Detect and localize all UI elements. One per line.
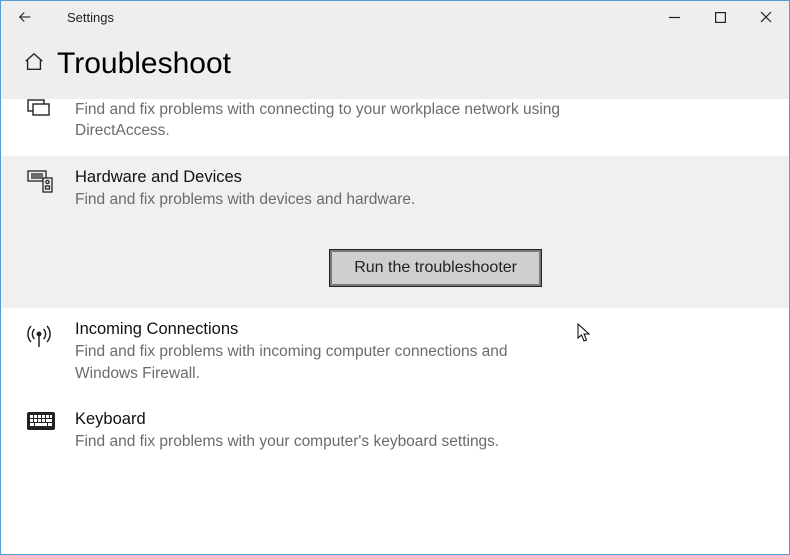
titlebar: Settings	[1, 1, 789, 33]
troubleshooter-list: Find and fix problems with connecting to…	[1, 99, 789, 466]
item-description: Find and fix problems with connecting to…	[75, 99, 561, 142]
keyboard-icon	[27, 410, 57, 452]
run-troubleshooter-button[interactable]: Run the troubleshooter	[330, 250, 541, 286]
maximize-button[interactable]	[697, 1, 743, 33]
window-title: Settings	[67, 10, 114, 25]
window-controls	[651, 1, 789, 33]
page-header: Troubleshoot	[1, 33, 789, 99]
item-title: Hardware and Devices	[75, 168, 561, 187]
antenna-icon	[27, 320, 57, 384]
item-description: Find and fix problems with devices and h…	[75, 189, 561, 210]
home-icon	[23, 51, 45, 78]
item-description: Find and fix problems with incoming comp…	[75, 341, 561, 384]
item-title: Incoming Connections	[75, 320, 561, 339]
troubleshooter-incoming[interactable]: Incoming Connections Find and fix proble…	[1, 308, 789, 398]
network-icon	[27, 99, 57, 142]
hardware-icon	[27, 168, 57, 286]
item-description: Find and fix problems with your computer…	[75, 431, 561, 452]
back-button[interactable]	[11, 3, 39, 31]
minimize-button[interactable]	[651, 1, 697, 33]
troubleshooter-hardware[interactable]: Hardware and Devices Find and fix proble…	[1, 156, 789, 308]
close-button[interactable]	[743, 1, 789, 33]
page-title: Troubleshoot	[57, 47, 231, 81]
troubleshooter-keyboard[interactable]: Keyboard Find and fix problems with your…	[1, 398, 789, 466]
troubleshooter-direct-access[interactable]: Find and fix problems with connecting to…	[1, 99, 789, 156]
item-title: Keyboard	[75, 410, 561, 429]
